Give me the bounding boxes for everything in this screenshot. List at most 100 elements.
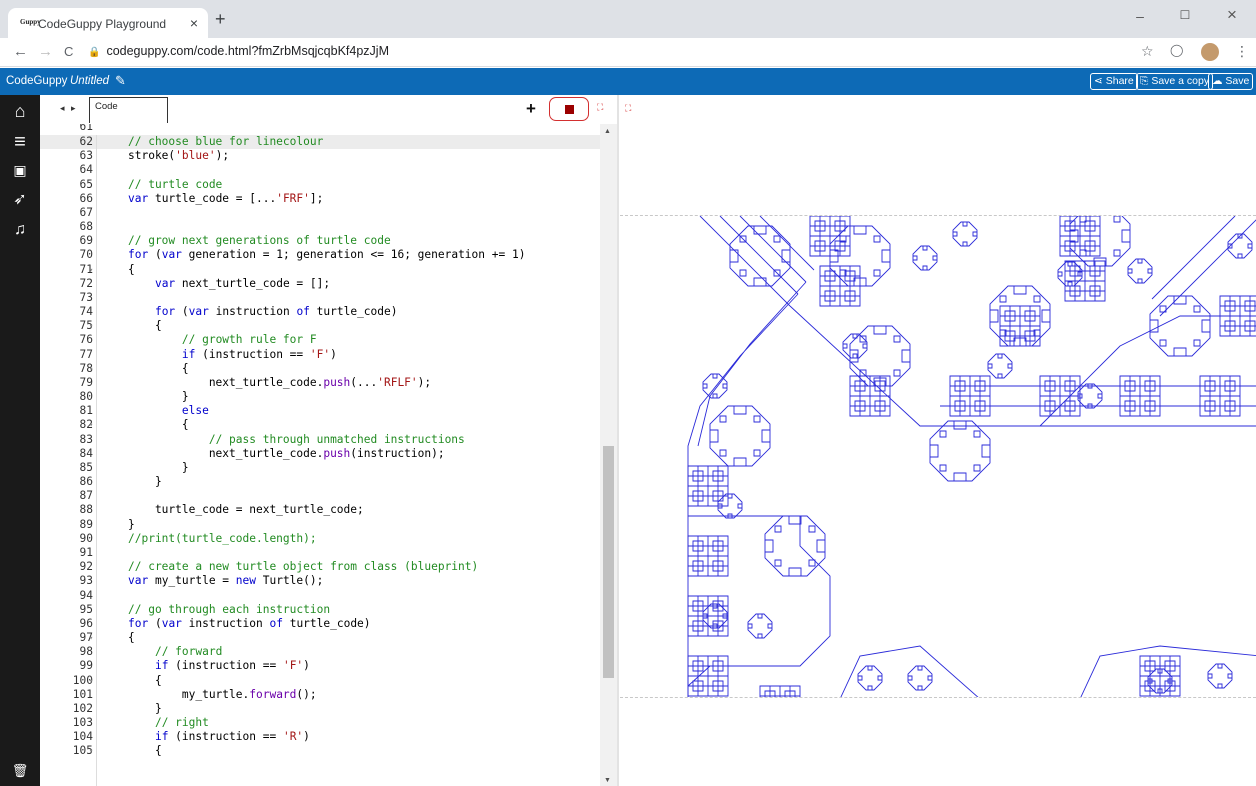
code-line: 90//print(turtle_code.length);: [79, 531, 317, 545]
save-copy-label: Save a copy: [1151, 75, 1210, 87]
sidebar: ⌂ ≡ ▣ ➶ ♫ 🗑: [0, 95, 40, 786]
code-line: 78 ▾ {: [79, 361, 189, 375]
code-tab[interactable]: Code: [89, 97, 168, 123]
code-line: 61: [79, 124, 93, 133]
edit-pencil-icon[interactable]: ✎: [115, 73, 126, 89]
code-line: 79 next_turtle_code.push(...'RFLF');: [79, 375, 432, 389]
code-line: 73: [79, 290, 93, 304]
tab-title: CodeGuppy Playground: [38, 17, 167, 31]
save-label: Save: [1225, 75, 1250, 87]
code-editor[interactable]: 61 62// choose blue for linecolour 63 str…: [40, 124, 600, 786]
code-line: 66 var turtle_code = [...'FRF'];: [79, 191, 324, 205]
code-line: 82 ▾ {: [79, 418, 189, 432]
browser-tab[interactable]: Guppy CodeGuppy Playground ×: [8, 8, 208, 38]
music-icon[interactable]: ♫: [0, 220, 40, 240]
stop-button[interactable]: [549, 97, 589, 121]
project-name[interactable]: Untitled: [70, 75, 109, 87]
code-line: 70 for (var generation = 1; generation <=…: [79, 248, 526, 262]
code-line: 97 ▾{: [79, 631, 135, 645]
scrollbar-thumb[interactable]: [603, 446, 614, 678]
home-icon[interactable]: ⌂: [0, 101, 40, 121]
editor-scrollbar[interactable]: ▲ ▼: [600, 124, 617, 786]
code-line: 64: [79, 163, 93, 177]
lock-icon: 🔒: [88, 47, 101, 58]
add-file-button[interactable]: +: [526, 99, 536, 119]
url-field[interactable]: 🔒 codeguppy.com/code.html?fmZrbMsqjcqbKf4…: [88, 44, 389, 58]
code-line: 98 // forward: [79, 645, 223, 659]
code-line: 100 ▾ {: [72, 673, 162, 687]
forward-button[interactable]: →: [38, 43, 53, 61]
code-line: 99 if (instruction == 'F'): [79, 659, 310, 673]
menu-icon[interactable]: ≡: [0, 132, 40, 152]
code-line: 69// grow next generations of turtle cod…: [79, 234, 391, 248]
rocket-icon[interactable]: ➶: [0, 190, 40, 210]
minimize-button[interactable]: –: [1120, 8, 1160, 24]
extension-icon[interactable]: ◯: [1170, 43, 1183, 57]
code-line: 67: [79, 205, 93, 219]
code-line: 74 for (var instruction of turtle_code): [79, 305, 398, 319]
code-line: 83 // pass through unmatched instruction…: [79, 432, 465, 446]
code-line: 62// choose blue for linecolour: [40, 135, 600, 150]
tab-close-icon[interactable]: ×: [190, 15, 198, 31]
cloud-icon: ☁: [1212, 75, 1223, 87]
code-line: 93 var my_turtle = new Turtle();: [79, 574, 324, 588]
code-line: 72 var next_turtle_code = [];: [79, 276, 331, 290]
code-line: 84 next_turtle_code.push(instruction);: [79, 446, 445, 460]
bookmark-star-icon[interactable]: ☆: [1141, 43, 1154, 60]
scroll-down-arrow[interactable]: ▼: [604, 777, 611, 784]
code-line: 89}: [79, 517, 135, 531]
new-tab-button[interactable]: +: [215, 10, 226, 28]
code-line: 94: [79, 588, 93, 602]
code-line: 76 // growth rule for F: [79, 333, 317, 347]
profile-avatar[interactable]: [1201, 43, 1219, 61]
output-canvas[interactable]: [620, 215, 1256, 698]
trash-icon[interactable]: 🗑: [0, 761, 40, 781]
editor-toolbar: ◂ ▸ Code + ⛶: [40, 95, 620, 124]
save-button[interactable]: ☁ Save: [1208, 73, 1254, 90]
close-window-button[interactable]: ×: [1212, 5, 1252, 25]
code-line: 87: [79, 489, 93, 503]
reload-button[interactable]: C: [64, 43, 73, 61]
share-button[interactable]: ⋖ Share: [1090, 73, 1138, 90]
expand-canvas-icon[interactable]: ⛶: [625, 103, 631, 114]
panel-toggle-arrows[interactable]: ◂ ▸: [60, 103, 78, 114]
scroll-up-arrow[interactable]: ▲: [604, 128, 611, 135]
app-header: CodeGuppy Untitled ✎ ⋖ Share ⎘ Save a co…: [0, 68, 1256, 95]
expand-editor-icon[interactable]: ⛶: [597, 103, 603, 112]
code-line: 85 }: [79, 460, 189, 474]
url-text: codeguppy.com/code.html?fmZrbMsqjcqbKf4p…: [106, 44, 389, 58]
browser-tab-strip: Guppy CodeGuppy Playground × + – ☐ ×: [0, 0, 1256, 38]
image-icon[interactable]: ▣: [0, 160, 40, 180]
code-line: 81 else: [79, 404, 209, 418]
share-icon: ⋖: [1094, 75, 1103, 87]
code-line: 75 ▾ {: [79, 319, 162, 333]
copy-icon: ⎘: [1140, 75, 1149, 87]
code-line: 103 // right: [72, 716, 209, 730]
code-line: 65// turtle code: [79, 177, 223, 191]
code-line: 86 }: [79, 475, 162, 489]
pane-divider[interactable]: [617, 95, 619, 786]
code-line: 91: [79, 545, 93, 559]
code-line: 68: [79, 220, 93, 234]
code-line: 102 }: [72, 701, 162, 715]
code-line: 77 if (instruction == 'F'): [79, 347, 337, 361]
gutter-divider: [96, 135, 97, 786]
back-button[interactable]: ←: [13, 43, 28, 61]
browser-menu-icon[interactable]: ⋮: [1235, 43, 1249, 60]
brand-name[interactable]: CodeGuppy: [6, 75, 67, 87]
address-bar: ← → C 🔒 codeguppy.com/code.html?fmZrbMsqj…: [0, 38, 1256, 67]
save-copy-button[interactable]: ⎘ Save a copy: [1136, 73, 1214, 90]
maximize-button[interactable]: ☐: [1165, 8, 1205, 22]
code-line: 96 for (var instruction of turtle_code): [79, 616, 371, 630]
code-line: 88 turtle_code = next_turtle_code;: [79, 503, 364, 517]
code-line: 63 stroke('blue');: [79, 149, 230, 163]
code-line: 104 if (instruction == 'R'): [72, 730, 310, 744]
share-label: Share: [1105, 75, 1134, 87]
turtle-fractal-drawing: [687, 216, 1256, 697]
code-line: 71 ▾{: [79, 262, 135, 276]
code-line: 80 }: [79, 390, 189, 404]
code-line: 105 ▾ {: [72, 744, 162, 758]
code-line: 92// create a new turtle object from cla…: [79, 560, 479, 574]
code-line: 95// go through each instruction: [79, 602, 331, 616]
code-line: 101 my_turtle.forward();: [72, 687, 317, 701]
